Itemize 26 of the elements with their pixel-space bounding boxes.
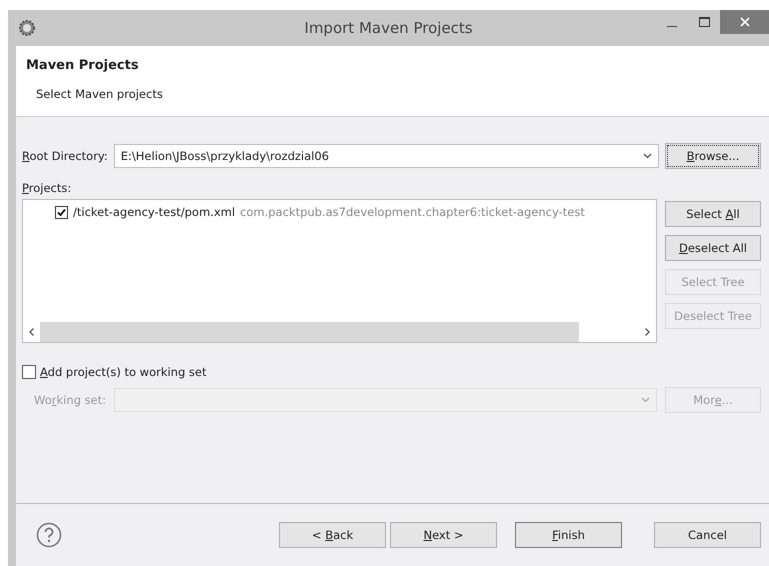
dropdown-icon — [641, 397, 650, 403]
artifact-id: com.packtpub.as7development.chapter6:ticket-agency-test — [240, 205, 585, 219]
window-title: Import Maven Projects — [304, 19, 473, 37]
list-label: Projects: — [22, 181, 72, 195]
list-action-button[interactable]: Deselect All — [665, 235, 761, 261]
help-icon[interactable] — [36, 522, 62, 548]
close-icon — [740, 17, 750, 27]
close-button[interactable] — [720, 10, 769, 34]
browse-button[interactable]: Browse... — [665, 143, 761, 169]
project-path[interactable]: /ticket-agency-test/pom.xml — [73, 205, 236, 219]
scroll-left-icon[interactable] — [29, 328, 34, 336]
directory-combo[interactable]: E:\Helion\JBoss\przyklady\rozdzial06 — [114, 144, 659, 168]
gear-icon — [18, 19, 36, 37]
list-action-button[interactable]: Select All — [665, 201, 761, 227]
field-label: Root Directory: — [22, 149, 108, 163]
dialog-button[interactable]: < Back — [279, 522, 386, 548]
page-title: Maven Projects — [26, 58, 140, 73]
dialog-button[interactable]: Cancel — [654, 522, 761, 548]
scroll-right-icon[interactable] — [645, 328, 650, 336]
field-label: Working set: — [34, 393, 106, 407]
checkbox[interactable] — [55, 206, 68, 218]
dialog-button[interactable]: Finish — [515, 522, 622, 548]
dropdown-icon — [643, 153, 652, 159]
dialog-button[interactable]: Next > — [390, 522, 497, 548]
page-subtitle: Select Maven projects — [36, 87, 164, 101]
maximize-icon — [698, 17, 710, 27]
